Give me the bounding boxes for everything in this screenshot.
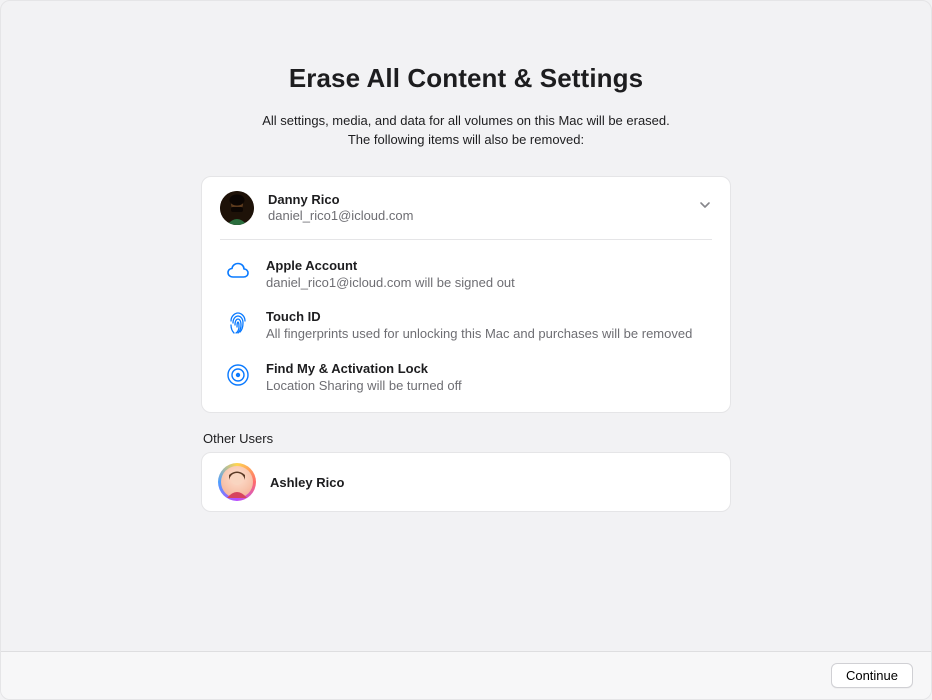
item-title: Find My & Activation Lock [266, 361, 712, 376]
user-name: Danny Rico [268, 192, 684, 207]
cloud-icon [224, 258, 252, 286]
user-avatar [220, 191, 254, 225]
item-text: Touch ID All fingerprints used for unloc… [266, 309, 712, 343]
item-text: Apple Account daniel_rico1@icloud.com wi… [266, 258, 712, 292]
other-user-name: Ashley Rico [270, 475, 344, 490]
erase-assistant-window: Erase All Content & Settings All setting… [0, 0, 932, 700]
item-desc: All fingerprints used for unlocking this… [266, 325, 712, 343]
subtitle-line-1: All settings, media, and data for all vo… [262, 113, 670, 128]
primary-user-card: Danny Rico daniel_rico1@icloud.com [201, 176, 731, 414]
continue-button[interactable]: Continue [831, 663, 913, 688]
item-touch-id: Touch ID All fingerprints used for unloc… [220, 309, 712, 343]
item-find-my: Find My & Activation Lock Location Shari… [220, 361, 712, 395]
other-user-avatar [218, 463, 256, 501]
other-users-label: Other Users [201, 431, 731, 446]
item-text: Find My & Activation Lock Location Shari… [266, 361, 712, 395]
main-content: Erase All Content & Settings All setting… [201, 1, 731, 512]
subtitle-line-2: The following items will also be removed… [348, 132, 584, 147]
item-title: Touch ID [266, 309, 712, 324]
fingerprint-icon [224, 309, 252, 337]
findmy-icon [224, 361, 252, 389]
footer-toolbar: Continue [1, 651, 931, 699]
item-title: Apple Account [266, 258, 712, 273]
other-user-row: Ashley Rico [201, 452, 731, 512]
item-apple-account: Apple Account daniel_rico1@icloud.com wi… [220, 258, 712, 292]
item-desc: daniel_rico1@icloud.com will be signed o… [266, 274, 712, 292]
page-title: Erase All Content & Settings [201, 63, 731, 94]
page-subtitle: All settings, media, and data for all vo… [201, 112, 731, 150]
user-text: Danny Rico daniel_rico1@icloud.com [268, 192, 684, 223]
item-desc: Location Sharing will be turned off [266, 377, 712, 395]
user-email: daniel_rico1@icloud.com [268, 208, 684, 223]
user-disclosure-row[interactable]: Danny Rico daniel_rico1@icloud.com [220, 191, 712, 240]
chevron-down-icon [698, 198, 712, 217]
